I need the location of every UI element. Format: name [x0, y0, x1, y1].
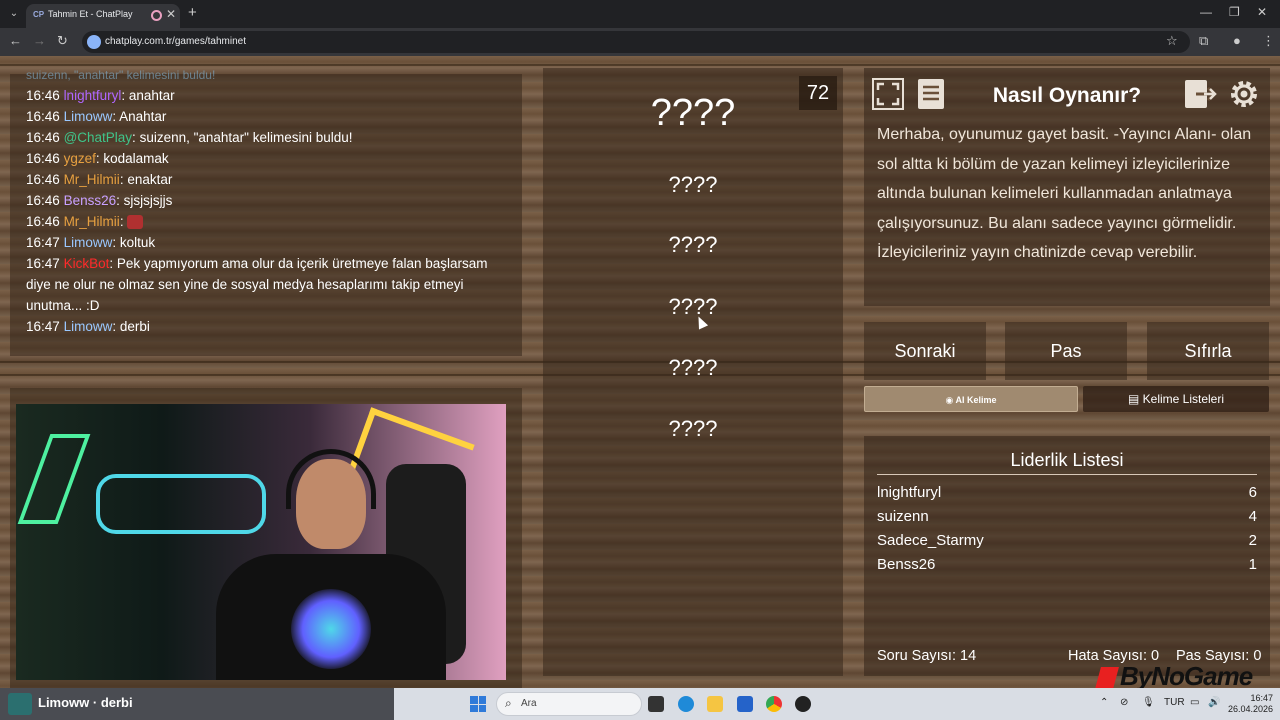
- ai-word-button[interactable]: ◉ AI Kelime: [864, 386, 1078, 412]
- question-count: Soru Sayısı: 14: [877, 648, 977, 664]
- language-indicator[interactable]: TUR: [1164, 697, 1185, 708]
- chat-panel: suizenn, "anahtar" kelimesini buldu! 16:…: [10, 68, 522, 356]
- start-windows-icon[interactable]: [470, 696, 486, 712]
- secret-word: ????: [650, 92, 736, 134]
- chat-message: 16:46 Limoww: Anahtar: [26, 109, 167, 124]
- browser-tab[interactable]: CP Tahmin Et - ChatPlay ✕: [26, 4, 180, 28]
- menu-icon[interactable]: ⋮: [1262, 33, 1275, 49]
- search-placeholder: Ara: [521, 698, 537, 709]
- task-view-icon[interactable]: [648, 696, 664, 712]
- word-lists-button[interactable]: ▤ Kelime Listeleri: [1083, 386, 1269, 412]
- chat-message: 16:47 KickBot: Pek yapmıyorum ama olur d…: [26, 256, 488, 313]
- system-clock[interactable]: 16:47 26.04.2026: [1228, 693, 1273, 715]
- chat-message: 16:47 Limoww: derbi: [26, 319, 150, 334]
- taskbar: Limoww · derbi ⌕ Ara ⌃ ⊘ 🎙 TUR ▭ 🔊 16:47…: [0, 688, 1280, 720]
- logout-icon[interactable]: [1182, 76, 1218, 112]
- address-bar[interactable]: chatplay.com.tr/games/tahminet: [82, 31, 1190, 53]
- how-to-play-panel: Nasıl Oynanır? Merhaba, oyunumuz gayet b…: [864, 68, 1270, 306]
- emote-icon: [127, 215, 144, 230]
- new-tab-icon[interactable]: +: [188, 4, 197, 21]
- chat-partial-line: suizenn, "anahtar" kelimesini buldu!: [26, 68, 216, 82]
- tab-search-icon[interactable]: ⌄: [6, 6, 22, 22]
- divider: [877, 474, 1257, 475]
- chat-message: 16:46 Mr_Hilmii:: [26, 211, 506, 232]
- browser-tab-bar: ⌄ CP Tahmin Et - ChatPlay ✕ + — ❐ ✕: [0, 0, 1280, 28]
- settings-gear-icon[interactable]: [1226, 76, 1262, 112]
- shirt-graphic: [291, 589, 371, 669]
- search-icon: ⌕: [505, 696, 512, 710]
- microphone-icon[interactable]: 🎙: [1142, 697, 1155, 708]
- store-icon[interactable]: [737, 696, 753, 712]
- browser-toolbar: ← → ↻ chatplay.com.tr/games/tahminet ☆ ⧉…: [0, 28, 1280, 56]
- bookmark-star-icon[interactable]: ☆: [1166, 33, 1178, 49]
- help-text: Merhaba, oyunumuz gayet basit. -Yayıncı …: [877, 126, 1252, 261]
- minimize-icon[interactable]: —: [1200, 5, 1212, 19]
- ai-robot-icon: ◉: [945, 395, 954, 405]
- taskbar-search[interactable]: ⌕ Ara: [496, 692, 642, 716]
- leaderboard-title: Liderlik Listesi: [1010, 450, 1124, 470]
- tab-close-icon[interactable]: ✕: [166, 7, 176, 21]
- neon-sign: [96, 474, 266, 534]
- banned-word: ????: [668, 172, 718, 197]
- neon-sign: [17, 434, 91, 524]
- site-info-icon[interactable]: [87, 35, 101, 49]
- word-panel: 72 ???? ???? ???? ???? ???? ????: [543, 68, 843, 676]
- help-title: Nasıl Oynanır?: [992, 84, 1142, 107]
- reload-icon[interactable]: ↻: [57, 33, 68, 49]
- tab-title: Tahmin Et - ChatPlay: [48, 9, 133, 19]
- url-text: chatplay.com.tr/games/tahminet: [105, 36, 246, 47]
- restore-icon[interactable]: ❐: [1229, 5, 1240, 19]
- banned-word: ????: [668, 294, 718, 319]
- extensions-icon[interactable]: ⧉: [1199, 33, 1208, 49]
- chat-message: 16:46 ygzef: kodalamak: [26, 151, 169, 166]
- display-icon[interactable]: ▭: [1190, 697, 1199, 708]
- chat-message: 16:47 Limoww: koltuk: [26, 235, 156, 250]
- tab-favicon-icon: CP: [33, 10, 45, 19]
- pass-button[interactable]: Pas: [1005, 322, 1127, 380]
- back-icon[interactable]: ←: [9, 33, 22, 48]
- stream-overlay-bar: Limoww · derbi: [0, 688, 394, 720]
- reset-button[interactable]: Sıfırla: [1147, 322, 1269, 380]
- banned-word: ????: [668, 232, 718, 257]
- network-off-icon[interactable]: ⊘: [1120, 697, 1128, 708]
- banned-word: ????: [668, 355, 718, 380]
- chat-message: 16:46 @ChatPlay: suizenn, "anahtar" keli…: [26, 130, 353, 145]
- webcam-feed: [16, 404, 506, 680]
- volume-icon[interactable]: 🔊: [1208, 697, 1220, 708]
- bynogame-logo: ByNoGame: [1095, 661, 1253, 688]
- document-icon[interactable]: [913, 76, 949, 112]
- next-button[interactable]: Sonraki: [864, 322, 986, 380]
- avatar: [8, 693, 32, 715]
- tray-chevron-icon[interactable]: ⌃: [1100, 697, 1108, 708]
- wood-grain: [0, 64, 1280, 66]
- edge-icon[interactable]: [678, 696, 694, 712]
- obs-icon[interactable]: [795, 696, 811, 712]
- forward-icon[interactable]: →: [33, 33, 46, 48]
- leaderboard-panel: Liderlik Listesi lnightfuryl 6 suizenn 4 S…: [864, 436, 1270, 676]
- game-page: suizenn, "anahtar" kelimesini buldu! 16:…: [0, 56, 1280, 688]
- recording-icon: [151, 10, 162, 21]
- fullscreen-icon[interactable]: [870, 76, 906, 112]
- chat-message: 16:46 lnightfuryl: anahtar: [26, 88, 175, 103]
- logo-mark-icon: [1095, 667, 1119, 688]
- webcam-panel: [10, 388, 522, 688]
- notepad-icon: ▤: [1127, 392, 1140, 406]
- chat-message: 16:46 Benss26: sjsjsjsjjs: [26, 193, 173, 208]
- close-window-icon[interactable]: ✕: [1257, 5, 1267, 19]
- profile-avatar[interactable]: ●: [1233, 33, 1241, 48]
- stream-overlay-text: Limoww · derbi: [38, 695, 133, 710]
- banned-word: ????: [668, 416, 718, 441]
- file-explorer-icon[interactable]: [707, 696, 723, 712]
- chat-message: 16:46 Mr_Hilmii: enaktar: [26, 172, 173, 187]
- chrome-icon[interactable]: [766, 696, 782, 712]
